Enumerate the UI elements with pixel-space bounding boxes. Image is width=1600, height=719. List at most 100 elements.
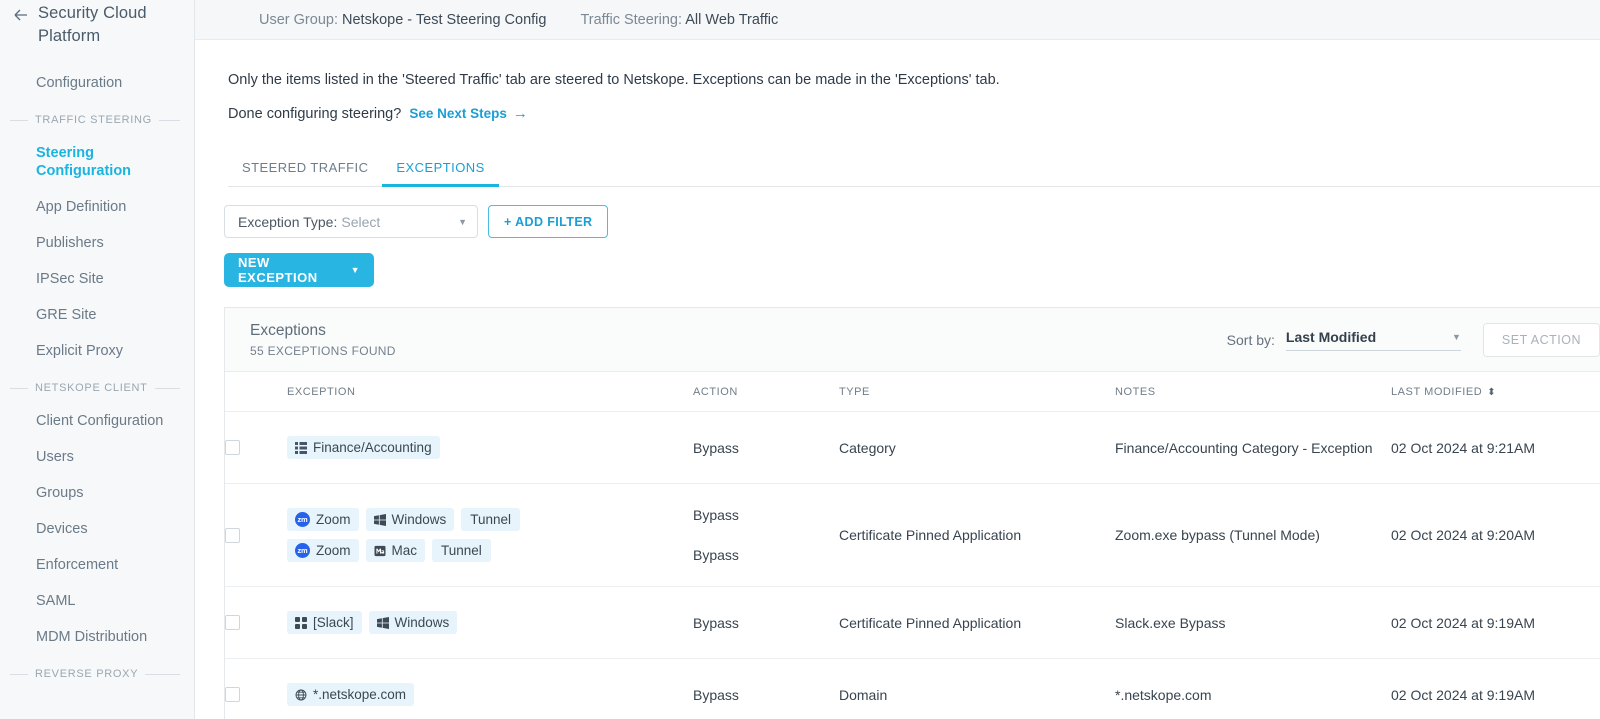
sidebar-item-configuration[interactable]: Configuration: [0, 74, 194, 92]
chip-label: *.netskope.com: [313, 687, 407, 702]
new-exception-button[interactable]: NEW EXCEPTION ▼: [224, 253, 374, 287]
exceptions-card: Exceptions 55 EXCEPTIONS FOUND Sort by: …: [224, 307, 1600, 719]
filter-row: Exception Type: Select ▼ + ADD FILTER: [224, 205, 1600, 238]
sidebar-item-users[interactable]: Users: [0, 448, 194, 466]
section-rule-left: [10, 673, 28, 675]
sidebar-item-devices[interactable]: Devices: [0, 520, 194, 538]
see-next-steps-link[interactable]: See Next Steps →: [409, 104, 528, 124]
table-row[interactable]: *.netskope.com Bypass Domain *.netskope.…: [225, 658, 1600, 719]
sort-by-label: Sort by:: [1226, 331, 1275, 348]
arrow-left-icon[interactable]: [12, 6, 30, 24]
row-last-modified-cell: 02 Oct 2024 at 9:21AM: [1391, 411, 1600, 484]
action-stack: Bypass: [693, 440, 839, 456]
exception-chip[interactable]: Finance/Accounting: [287, 436, 440, 459]
mode-chip[interactable]: Tunnel: [432, 539, 491, 562]
platform-chip[interactable]: Windows: [365, 508, 455, 531]
section-rule-left: [10, 119, 28, 121]
sort-by-select[interactable]: Last Modified ▼: [1285, 329, 1461, 351]
sidebar-item-ipsec-site[interactable]: IPSec Site: [0, 270, 194, 288]
row-notes-cell: *.netskope.com: [1115, 658, 1391, 719]
table-row[interactable]: [Slack] Windows Bypass Certificate Pinne…: [225, 586, 1600, 659]
exceptions-count: 55 EXCEPTIONS FOUND: [250, 344, 396, 358]
sidebar-item-client-configuration[interactable]: Client Configuration: [0, 412, 194, 430]
mode-chip[interactable]: Tunnel: [461, 508, 521, 531]
column-header-action: ACTION: [693, 372, 839, 412]
notice-block: Only the items listed in the 'Steered Tr…: [195, 40, 1600, 124]
sidebar-item-gre-site[interactable]: GRE Site: [0, 306, 194, 324]
sidebar-item-groups[interactable]: Groups: [0, 484, 194, 502]
sidebar-section-label: REVERSE PROXY: [35, 668, 139, 680]
exceptions-card-header: Exceptions 55 EXCEPTIONS FOUND Sort by: …: [225, 308, 1600, 372]
section-rule-right: [145, 673, 180, 675]
row-exception-cell: [Slack] Windows: [287, 586, 693, 659]
exceptions-title: Exceptions: [250, 322, 326, 339]
sidebar-item-publishers[interactable]: Publishers: [0, 234, 194, 252]
action-value: Bypass: [693, 507, 739, 523]
row-exception-cell: zm Zoom Windows Tunnel zm Zoom Mac Tunne…: [287, 483, 693, 587]
tab-steered-traffic[interactable]: STEERED TRAFFIC: [228, 150, 382, 186]
sidebar-item-saml[interactable]: SAML: [0, 592, 194, 610]
sidebar-item-steering-configuration[interactable]: Steering Configuration: [0, 144, 194, 180]
row-type-cell: Category: [839, 411, 1115, 484]
action-value: Bypass: [693, 686, 739, 703]
column-header-last-modified-label: LAST MODIFIED: [1391, 386, 1483, 398]
row-checkbox[interactable]: [225, 687, 240, 702]
row-checkbox[interactable]: [225, 615, 240, 630]
exception-chip[interactable]: *.netskope.com: [287, 683, 415, 706]
exception-chip[interactable]: zm Zoom: [287, 508, 359, 531]
set-action-button[interactable]: SET ACTION: [1482, 322, 1600, 357]
section-rule-left: [10, 387, 28, 389]
sidebar-item-enforcement[interactable]: Enforcement: [0, 556, 194, 574]
chip-label: Finance/Accounting: [313, 440, 432, 455]
column-header-last-modified[interactable]: LAST MODIFIED ⬍: [1391, 372, 1600, 412]
row-checkbox[interactable]: [225, 440, 240, 455]
exception-type-label: Exception Type:: [238, 213, 338, 230]
context-traffic-steering-value: All Web Traffic: [685, 11, 779, 28]
table-row[interactable]: Finance/Accounting Bypass Category Finan…: [225, 411, 1600, 484]
row-action-cell: Bypass: [693, 586, 839, 659]
main-content: User Group: Netskope - Test Steering Con…: [195, 0, 1600, 719]
exceptions-table: EXCEPTION ACTION TYPE NOTES LAST MODIFIE…: [225, 372, 1600, 719]
sidebar-section-reverse-proxy: REVERSE PROXY: [0, 668, 194, 680]
row-type-cell: Domain: [839, 658, 1115, 719]
exceptions-card-controls: Sort by: Last Modified ▼ SET ACTION: [1226, 322, 1600, 357]
chip-label: Tunnel: [441, 543, 482, 558]
row-exception-cell: *.netskope.com: [287, 658, 693, 719]
notice-question: Done configuring steering?: [228, 106, 402, 122]
row-checkbox[interactable]: [225, 527, 240, 543]
action-stack: Bypass: [693, 687, 839, 703]
exception-chip[interactable]: [Slack]: [287, 611, 362, 634]
sidebar-section-traffic-steering: TRAFFIC STEERING: [0, 114, 194, 126]
chip-label: Windows: [391, 512, 447, 527]
section-rule-right: [158, 119, 180, 121]
chip-label: [Slack]: [313, 615, 354, 630]
sidebar-item-explicit-proxy[interactable]: Explicit Proxy: [0, 342, 194, 360]
chip-line: zm Zoom: [287, 539, 693, 562]
notice-text: Only the items listed in the 'Steered Tr…: [228, 72, 1000, 88]
exceptions-card-titles: Exceptions 55 EXCEPTIONS FOUND: [250, 321, 396, 358]
context-user-group-label: User Group:: [259, 11, 338, 28]
platform-chip[interactable]: Windows: [368, 611, 458, 634]
chip-line: [Slack] Windows: [287, 611, 693, 634]
chip-line: *.netskope.com: [287, 683, 693, 706]
table-row[interactable]: zm Zoom Windows Tunnel zm Zoom Mac Tunne…: [225, 483, 1600, 587]
exception-type-select[interactable]: Exception Type: Select ▼: [224, 205, 478, 238]
sidebar-item-mdm-distribution[interactable]: MDM Distribution: [0, 628, 194, 646]
row-last-modified-cell: 02 Oct 2024 at 9:19AM: [1391, 586, 1600, 659]
row-checkbox-cell: [225, 483, 287, 587]
chip-label: Mac: [391, 543, 418, 558]
context-bar: User Group: Netskope - Test Steering Con…: [195, 0, 1600, 40]
action-value: Bypass: [693, 439, 739, 456]
context-user-group: User Group: Netskope - Test Steering Con…: [259, 12, 546, 28]
tab-exceptions[interactable]: EXCEPTIONS: [382, 150, 500, 187]
add-filter-button[interactable]: + ADD FILTER: [488, 205, 609, 238]
exception-type-value: Select: [341, 213, 381, 230]
platform-chip[interactable]: Mac: [365, 539, 426, 562]
exception-chip[interactable]: zm Zoom: [287, 539, 359, 562]
sidebar: Security Cloud Platform Configuration TR…: [0, 0, 195, 719]
chip-line: zm Zoom: [287, 508, 693, 531]
sidebar-item-app-definition[interactable]: App Definition: [0, 198, 194, 216]
context-user-group-value: Netskope - Test Steering Config: [342, 11, 547, 28]
row-checkbox-cell: [225, 586, 287, 659]
column-header-type: TYPE: [839, 372, 1115, 412]
